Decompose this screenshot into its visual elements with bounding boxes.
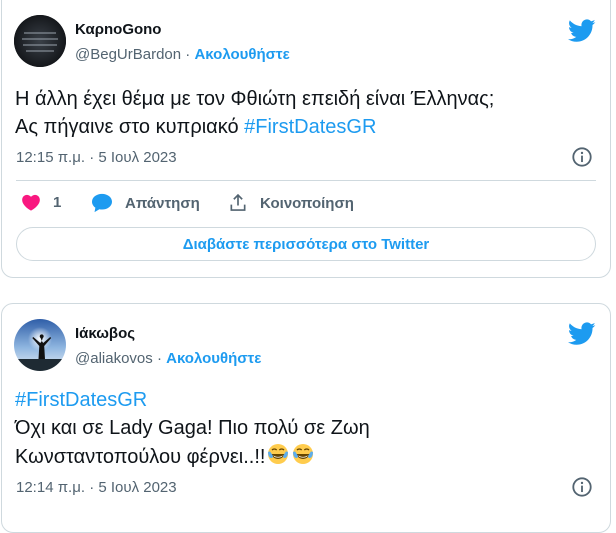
like-count: 1 <box>53 193 62 211</box>
separator-dot: · <box>185 46 191 63</box>
read-more-button[interactable]: Διαβάστε περισσότερα στο Twitter <box>16 227 596 261</box>
author-name[interactable]: Ιάκωβος <box>75 325 135 342</box>
tweet-card[interactable]: Ιάκωβος @aliakovos · Ακολουθήστε #FirstD… <box>1 303 611 533</box>
tweet-text-line: Η άλλη έχει θέμα με τον Φθιώτη επειδή εί… <box>15 88 495 110</box>
author-handle-row: @aliakovos · Ακολουθήστε <box>75 350 261 367</box>
tweet-timestamp[interactable]: 12:15 π.μ. · 5 Ιουλ 2023 <box>16 149 177 166</box>
hashtag-link[interactable]: #FirstDatesGR <box>15 386 370 414</box>
author-handle[interactable]: @aliakovos <box>75 350 153 367</box>
tweet-timestamp[interactable]: 12:14 π.μ. · 5 Ιουλ 2023 <box>16 479 177 496</box>
tears-of-joy-emoji-icon <box>293 444 314 464</box>
info-icon[interactable] <box>571 476 593 498</box>
share-icon <box>230 193 246 211</box>
tweet-text-fragment: Ας πήγαινε στο κυπριακό <box>15 116 245 138</box>
tweet-text: #FirstDatesGR Όχι και σε Lady Gaga! Πιο … <box>15 386 370 471</box>
reply-button[interactable]: Απάντηση <box>91 193 200 213</box>
share-button[interactable]: Κοινοποίηση <box>228 193 354 213</box>
follow-button[interactable]: Ακολουθήστε <box>166 350 261 367</box>
tweet-text-fragment: Κωνσταντοπούλου φέρνει..!! <box>15 446 266 468</box>
twitter-bird-icon[interactable] <box>568 322 596 346</box>
tweet-text-line: Ας πήγαινε στο κυπριακό #FirstDatesGR <box>15 113 494 141</box>
tweet-card[interactable]: ΚαρnoGono @BegUrBardon · Ακολουθήστε Η ά… <box>1 0 611 278</box>
dark-text-avatar-icon <box>14 15 66 67</box>
info-icon[interactable] <box>571 146 593 168</box>
author-name[interactable]: ΚαρnoGono <box>75 21 161 38</box>
share-label: Κοινοποίηση <box>260 194 354 212</box>
author-avatar[interactable] <box>14 15 66 67</box>
sky-silhouette-avatar-icon <box>14 319 66 371</box>
author-handle-row: @BegUrBardon · Ακολουθήστε <box>75 46 290 63</box>
divider <box>16 180 596 181</box>
heart-icon <box>22 194 40 211</box>
tweet-text-line: Κωνσταντοπούλου φέρνει..!! <box>15 442 370 471</box>
reply-bubble-icon <box>92 193 112 213</box>
author-handle[interactable]: @BegUrBardon <box>75 46 181 63</box>
tweet-text: Η άλλη έχει θέμα με τον Φθιώτη επειδή εί… <box>15 85 494 141</box>
author-avatar[interactable] <box>14 319 66 371</box>
tweet-text-line: Όχι και σε Lady Gaga! Πιο πολύ σε Ζωη <box>15 417 370 439</box>
hashtag-link[interactable]: #FirstDatesGR <box>244 116 376 138</box>
separator-dot: · <box>156 350 162 367</box>
like-button[interactable]: 1 <box>21 193 61 211</box>
twitter-bird-icon[interactable] <box>568 19 596 43</box>
tears-of-joy-emoji-icon <box>268 444 289 464</box>
reply-label: Απάντηση <box>125 194 200 212</box>
follow-button[interactable]: Ακολουθήστε <box>194 46 289 63</box>
